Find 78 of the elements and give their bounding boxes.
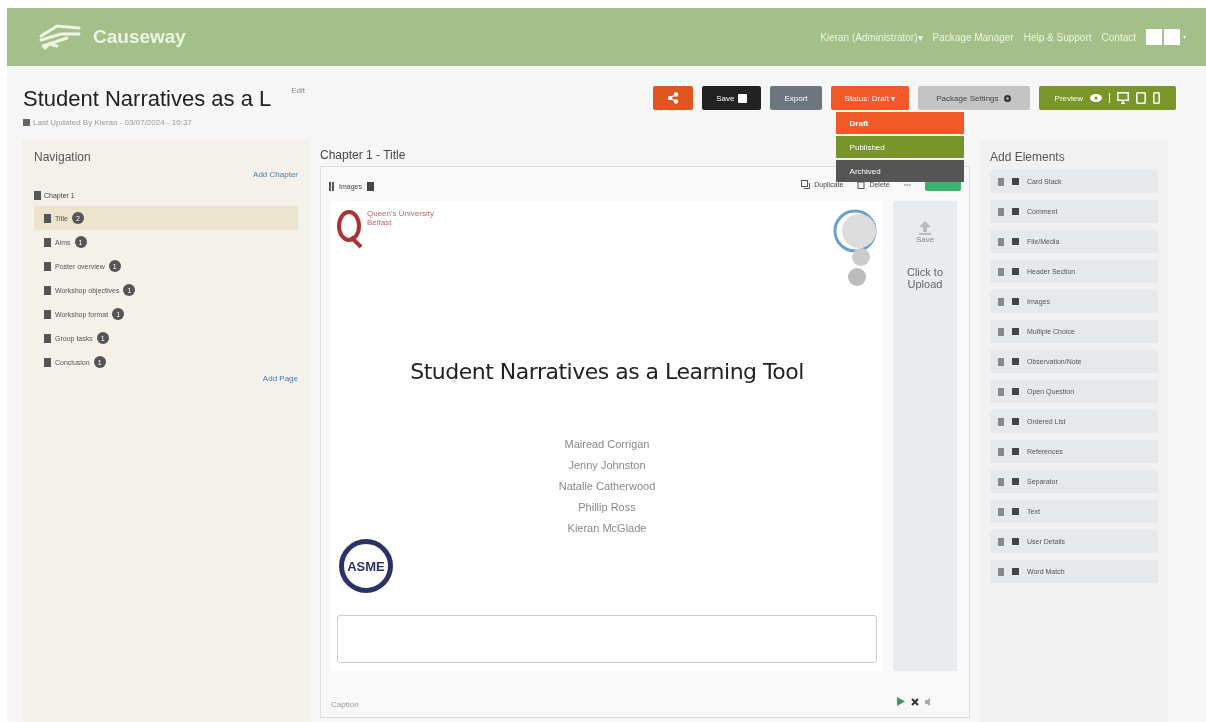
element-icon (1012, 508, 1019, 515)
element-icon (1012, 238, 1019, 245)
drag-handle-icon (998, 177, 1004, 186)
drag-handle-icon (44, 213, 51, 223)
share-button[interactable] (653, 86, 694, 110)
element-icon (1012, 358, 1019, 365)
language-icon[interactable] (1146, 29, 1186, 45)
drag-handle-icon (44, 237, 51, 247)
drag-handle-icon (998, 477, 1004, 486)
edit-link[interactable]: Edit (291, 86, 306, 95)
chapter-heading: Chapter 1 - Title (320, 148, 407, 162)
upload-small-label: Save (915, 235, 935, 244)
drag-handle-icon (998, 207, 1004, 216)
element-icon (1012, 478, 1019, 485)
copy-icon (801, 179, 811, 189)
element-icon (1012, 538, 1019, 545)
save-button[interactable]: Save (702, 86, 762, 110)
drag-handle-icon (998, 387, 1004, 396)
drag-handle-icon (44, 285, 51, 295)
asme-logo: ASME (339, 539, 393, 593)
upload-icon (919, 221, 931, 235)
author-name: Phillip Ross (577, 500, 637, 515)
desktop-icon[interactable] (1117, 92, 1129, 104)
upload-label: Click to Upload (905, 266, 945, 290)
gear-icon (1002, 93, 1012, 103)
university-crest-icon (337, 209, 363, 249)
author-name: Jenny Johnston (567, 458, 647, 473)
university-name: Queen's University Belfast (367, 209, 435, 227)
drag-handle-icon[interactable] (34, 191, 41, 200)
drag-handle-icon (998, 417, 1004, 426)
drag-handle-icon (998, 327, 1004, 336)
drag-handle-icon (998, 357, 1004, 366)
add-chapter-link[interactable]: Add Chapter (253, 170, 298, 179)
status-option[interactable]: Archived (835, 160, 964, 182)
caption-input[interactable] (337, 615, 877, 663)
play-icon[interactable] (897, 697, 905, 706)
close-icon[interactable] (911, 697, 919, 706)
element-icon (1012, 178, 1019, 185)
share-icon (667, 92, 680, 104)
drag-handle-icon (998, 507, 1004, 516)
status-option[interactable]: Published (835, 136, 964, 158)
element-icon (1012, 568, 1019, 575)
footer-note: Caption (331, 700, 359, 709)
drag-handle-icon (44, 333, 51, 343)
author-name: Natalie Catherwood (557, 479, 657, 494)
element-icon (1012, 298, 1019, 305)
drag-handle-icon (998, 297, 1004, 306)
drag-handle-icon (998, 537, 1004, 546)
drag-handle-icon (44, 261, 51, 271)
element-icon (1012, 388, 1019, 395)
upload-area[interactable]: Save Click to Upload (893, 201, 957, 671)
author-name: Mairead Corrigan (563, 437, 651, 452)
add-page-link[interactable]: Add Page (262, 374, 298, 383)
drag-handle-icon[interactable] (329, 182, 334, 191)
drag-handle-icon (998, 267, 1004, 276)
export-button[interactable]: Export (770, 86, 822, 110)
element-icon (1012, 208, 1019, 215)
element-icon (1012, 268, 1019, 275)
bridge-logo-icon (37, 22, 83, 52)
phone-icon[interactable] (1153, 92, 1160, 104)
drag-handle-icon (44, 357, 51, 367)
element-icon (1012, 448, 1019, 455)
page-title: Student Narratives as a L (23, 86, 272, 112)
element-icon (1012, 418, 1019, 425)
element-icon (1012, 328, 1019, 335)
tablet-icon[interactable] (1136, 92, 1146, 104)
drag-handle-icon (44, 309, 51, 319)
panel-title: Navigation (34, 150, 92, 164)
author-name: Kieran McGlade (566, 521, 648, 536)
trash-icon (857, 179, 866, 189)
panel-title: Add Elements (990, 150, 1066, 164)
drag-handle-icon (998, 567, 1004, 576)
eye-icon (1090, 94, 1102, 102)
slide-title: Student Narratives as a Learning Tool (409, 359, 805, 384)
last-updated-text: Last Updated By Kieran - 03/07/2024 - 10:37 (33, 118, 192, 127)
drag-handle-icon (998, 447, 1004, 456)
drag-handle-icon (998, 237, 1004, 246)
package-settings-button[interactable]: Package Settings (918, 86, 1030, 110)
